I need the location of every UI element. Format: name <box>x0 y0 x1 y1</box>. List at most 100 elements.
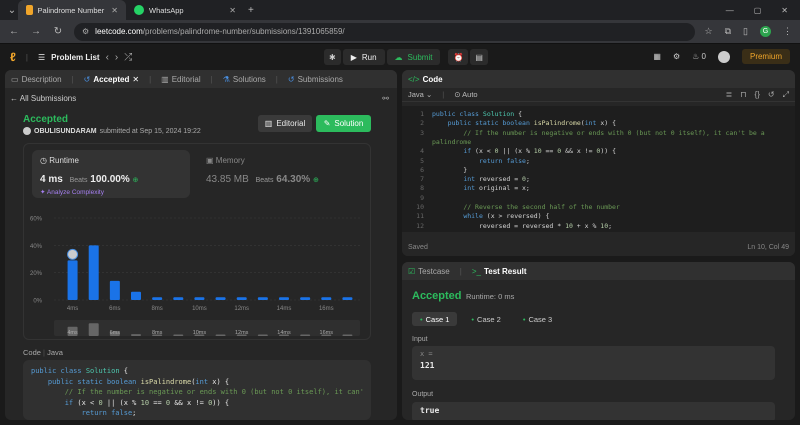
reset-icon[interactable]: ↺ <box>768 90 775 100</box>
analyze-complexity-link[interactable]: ✦ Analyze Complexity <box>40 188 104 196</box>
username[interactable]: OBULISUNDARAM <box>34 128 97 135</box>
editorial-button[interactable]: ▥ Editorial <box>258 115 312 132</box>
profile-badge[interactable]: G <box>760 26 771 37</box>
submit-label: Submit <box>407 52 433 62</box>
notes-button[interactable]: ▤ <box>470 49 488 65</box>
bookmark-star-icon[interactable]: ☆ <box>705 26 713 37</box>
address-bar[interactable]: ⚙ leetcode.com/problems/palindrome-numbe… <box>74 22 695 41</box>
back-icon[interactable]: ← <box>8 26 20 37</box>
chart-bar[interactable] <box>194 297 205 300</box>
user-avatar <box>23 127 31 135</box>
code-editor[interactable]: 1 public class Solution {2 public static … <box>402 106 795 232</box>
layout-icon[interactable]: ▦ <box>653 52 661 61</box>
terminal-icon: >_ <box>471 266 481 276</box>
chart-bar[interactable] <box>279 297 289 300</box>
line-number: 8 <box>420 184 424 193</box>
overview-tick-label: 4ms <box>67 330 78 336</box>
submit-button[interactable]: ☁ Submit <box>386 49 441 65</box>
forward-icon[interactable]: → <box>30 26 42 37</box>
case-1-tab[interactable]: • Case 1 <box>412 312 458 326</box>
chart-bar[interactable] <box>88 245 99 300</box>
case-2-tab[interactable]: • Case 2 <box>463 312 508 326</box>
chart-bar[interactable] <box>173 297 184 300</box>
submission-author: OBULISUNDARAM submitted at Sep 15, 2024 … <box>23 127 201 135</box>
url-host: leetcode.com <box>95 27 143 36</box>
site-info-icon[interactable]: ⚙ <box>82 27 89 36</box>
chart-bar[interactable] <box>321 297 332 300</box>
fullscreen-icon[interactable]: ⤢ <box>783 90 789 100</box>
close-tab-icon[interactable]: ✕ <box>132 75 139 84</box>
overview-bar <box>131 334 141 336</box>
tab-solutions[interactable]: ⚗ Solutions <box>223 75 266 84</box>
tab-editorial[interactable]: ▥ Editorial <box>161 75 200 84</box>
checkbox-icon: ☑ <box>408 266 416 276</box>
extensions-icon[interactable]: ⧉ <box>725 26 731 37</box>
y-tick-label: 40% <box>30 244 43 250</box>
close-window-icon[interactable]: ✕ <box>781 6 788 15</box>
close-tab-icon[interactable]: ✕ <box>111 6 118 15</box>
avatar[interactable] <box>717 50 730 63</box>
memory-card[interactable]: ▣ Memory <box>206 156 245 165</box>
streak-counter[interactable]: ♨ 0 <box>692 52 706 61</box>
browser-tab-leetcode[interactable]: Palindrome Number - LeetCode ✕ <box>18 0 126 20</box>
line-number: 9 <box>420 193 424 202</box>
format-icon[interactable]: ≣ <box>726 90 733 100</box>
code-line: public static boolean isPalindrome(int x… <box>447 119 617 128</box>
chart-bar[interactable] <box>67 260 78 300</box>
close-tab-icon[interactable]: ✕ <box>229 6 236 15</box>
braces-icon[interactable]: {} <box>755 90 760 100</box>
sidebar-icon[interactable]: ▯ <box>743 26 748 37</box>
prev-problem-icon[interactable]: ‹ <box>106 52 109 63</box>
book-icon: ▥ <box>264 119 273 128</box>
reload-icon[interactable]: ↻ <box>52 26 64 37</box>
shuffle-icon[interactable]: ⤮ <box>124 52 132 63</box>
tab-search-icon[interactable]: ⌄ <box>6 5 18 16</box>
case-3-tab[interactable]: • Case 3 <box>515 312 560 326</box>
chart-bar[interactable] <box>300 297 311 300</box>
solution-button[interactable]: ✎ Solution <box>316 115 371 132</box>
all-submissions-link[interactable]: ← All Submissions <box>10 94 76 103</box>
share-link-icon[interactable]: ⚯ <box>382 94 389 103</box>
tab-label: Test Result <box>483 266 527 276</box>
chart-bar[interactable] <box>109 280 120 300</box>
beats-label: Beats <box>69 177 88 184</box>
left-tab-bar: ▭ Description | ↺ Accepted ✕ | ▥ Editorial |… <box>5 70 397 88</box>
premium-button[interactable]: Premium <box>741 49 790 64</box>
tab-submissions[interactable]: ↺ Submissions <box>288 75 343 84</box>
x-tick-label: 4ms <box>67 306 78 312</box>
overview-tick-label: 6ms <box>110 330 121 336</box>
browser-tab-whatsapp[interactable]: WhatsApp ✕ <box>126 0 244 20</box>
tab-test-result[interactable]: >_ Test Result <box>472 267 527 276</box>
bookmark-icon[interactable]: ⊓ <box>740 90 746 100</box>
tab-testcase[interactable]: ☑ Testcase <box>408 267 450 276</box>
tab-title: WhatsApp <box>149 5 184 15</box>
settings-gear-icon[interactable]: ⚙ <box>673 52 680 61</box>
run-button[interactable]: ▶ Run <box>342 49 385 65</box>
chart-bar[interactable] <box>215 297 226 300</box>
menu-icon[interactable]: ⋮ <box>783 26 792 37</box>
language-select[interactable]: Java ⌄ <box>408 90 432 99</box>
chart-bar[interactable] <box>131 291 141 300</box>
chart-bar[interactable] <box>152 297 163 300</box>
leetcode-logo-icon[interactable]: ℓ <box>10 50 16 64</box>
line-number: 7 <box>420 175 424 184</box>
problem-list-button[interactable]: ☰ Problem List ‹ › ⤮ <box>38 52 132 63</box>
maximize-icon[interactable]: ▢ <box>754 6 762 15</box>
new-tab-button[interactable]: + <box>248 5 254 16</box>
timer-button[interactable]: ⏰ <box>448 49 469 65</box>
code-tab[interactable]: </> Code <box>408 75 443 84</box>
divider: | <box>210 74 213 84</box>
chart-bar[interactable] <box>236 297 247 300</box>
tab-accepted[interactable]: ↺ Accepted ✕ <box>84 75 139 84</box>
tab-title: Palindrome Number - LeetCode <box>37 5 107 15</box>
input-value: 121 <box>420 361 435 370</box>
runtime-card[interactable]: ◷ Runtime 4 ms Beats 100.00% ⊕ ✦ Analyze… <box>32 150 190 198</box>
auto-mode[interactable]: ⊙ Auto <box>454 90 477 99</box>
chart-bar[interactable] <box>257 297 268 300</box>
chart-bar[interactable] <box>342 297 353 300</box>
chip-icon: ▣ <box>206 156 214 165</box>
debug-button[interactable]: ✱ <box>324 49 341 65</box>
next-problem-icon[interactable]: › <box>115 52 118 63</box>
minimize-icon[interactable]: — <box>726 6 734 15</box>
tab-description[interactable]: ▭ Description <box>11 75 62 84</box>
